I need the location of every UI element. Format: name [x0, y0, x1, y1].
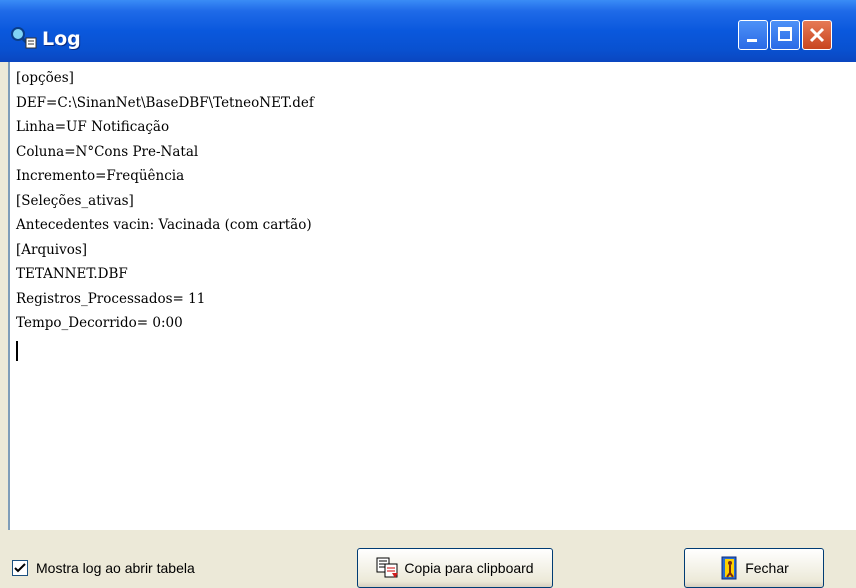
text-caret: [16, 341, 18, 361]
copy-clipboard-button[interactable]: Copia para clipboard: [357, 548, 553, 588]
close-button[interactable]: Fechar: [684, 548, 824, 588]
minimize-button[interactable]: [738, 20, 768, 50]
log-line: Antecedentes vacin: Vacinada (com cartão…: [16, 217, 312, 233]
footer-bar: Mostra log ao abrir tabela Copia para cl…: [0, 530, 856, 588]
log-line: Coluna=N°Cons Pre-Natal: [16, 143, 199, 160]
title-bar[interactable]: Log: [0, 0, 856, 62]
log-line: [Seleções_ativas]: [16, 192, 134, 209]
log-line: TETANNET.DBF: [16, 266, 128, 282]
log-line: [Arquivos]: [16, 241, 88, 258]
close-window-button[interactable]: [802, 20, 832, 50]
log-line: Incremento=Freqüência: [16, 168, 185, 184]
checkmark-icon: [14, 563, 26, 573]
log-line: Tempo_Decorrido= 0:00: [16, 315, 183, 331]
log-lines: [opções] DEF=C:\SinanNet\BaseDBF\TetneoN…: [16, 66, 314, 336]
show-log-checkbox[interactable]: [12, 560, 28, 576]
close-icon: [809, 27, 825, 43]
door-exit-icon: [721, 556, 737, 580]
maximize-icon: [778, 27, 792, 41]
log-line: Registros_Processados= 11: [16, 290, 206, 307]
log-line: Linha=UF Notificação: [16, 119, 170, 135]
show-log-checkbox-label: Mostra log ao abrir tabela: [36, 560, 195, 576]
window-title: Log: [42, 28, 81, 50]
log-search-icon: [8, 26, 38, 50]
minimize-icon: [747, 39, 757, 42]
log-text-area[interactable]: [opções] DEF=C:\SinanNet\BaseDBF\TetneoN…: [8, 62, 856, 530]
clipboard-copy-icon: [376, 557, 399, 578]
copy-clipboard-label: Copia para clipboard: [404, 560, 534, 576]
log-line: DEF=C:\SinanNet\BaseDBF\TetneoNET.def: [16, 94, 314, 111]
show-log-checkbox-row[interactable]: Mostra log ao abrir tabela: [12, 558, 195, 578]
log-window: Log [opções] DEF=C:\SinanNet\BaseDBF\Tet…: [0, 0, 856, 588]
maximize-button[interactable]: [770, 20, 800, 50]
log-line: [opções]: [16, 70, 74, 86]
close-button-label: Fechar: [745, 560, 789, 576]
